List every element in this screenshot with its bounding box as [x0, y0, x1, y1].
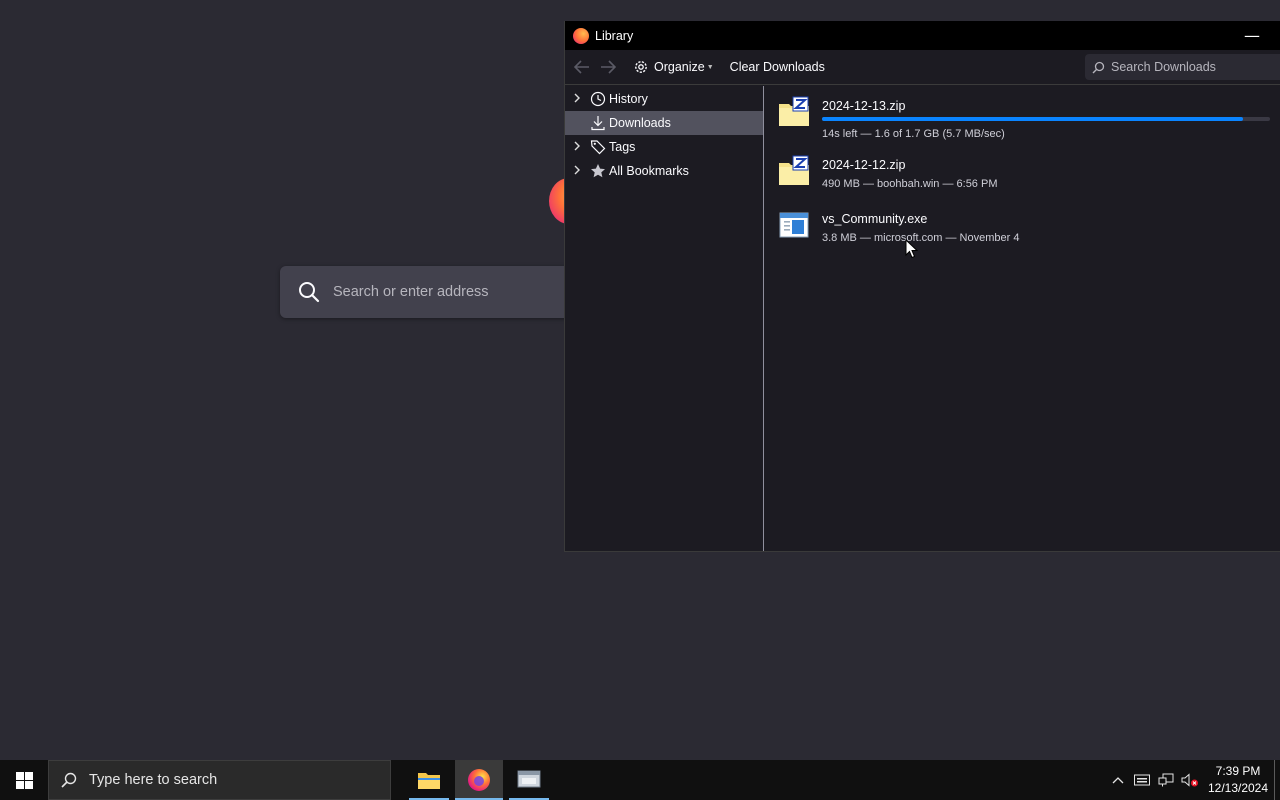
- sidebar-item-all-bookmarks[interactable]: All Bookmarks: [565, 159, 763, 183]
- sidebar-item-label: Tags: [609, 140, 636, 154]
- taskbar-app-firefox[interactable]: [455, 760, 503, 800]
- library-sidebar: History Downloads Tags All Bookmarks: [565, 86, 764, 551]
- organize-button[interactable]: Organize ▼: [633, 59, 714, 75]
- star-icon: [589, 162, 607, 180]
- download-name: vs_Community.exe: [822, 212, 928, 226]
- sidebar-item-label: All Bookmarks: [609, 164, 689, 178]
- arrow-left-icon: [574, 60, 589, 74]
- search-downloads-input[interactable]: [1111, 60, 1280, 74]
- zip-folder-icon: [779, 96, 809, 126]
- mouse-cursor-icon: [905, 239, 919, 259]
- volume-muted-icon[interactable]: [1178, 760, 1202, 800]
- network-icon[interactable]: [1154, 760, 1178, 800]
- search-icon: [299, 282, 320, 303]
- sidebar-item-tags[interactable]: Tags: [565, 135, 763, 159]
- firefox-icon: [468, 769, 490, 791]
- tag-icon: [589, 138, 607, 156]
- arrow-right-icon: [601, 60, 616, 74]
- clock-time: 7:39 PM: [1215, 764, 1261, 778]
- sidebar-item-downloads[interactable]: Downloads: [565, 111, 763, 135]
- organize-label: Organize: [654, 60, 705, 74]
- download-icon: [589, 114, 607, 132]
- forward-button[interactable]: [599, 58, 617, 76]
- sidebar-item-history[interactable]: History: [565, 87, 763, 111]
- download-progress-fill: [822, 117, 1244, 121]
- downloads-list: 2024-12-13.zip 14s left — 1.6 of 1.7 GB …: [764, 86, 1280, 551]
- search-icon: [1092, 61, 1105, 73]
- keyboard-icon[interactable]: [1130, 760, 1154, 800]
- download-progress-bar: [822, 117, 1270, 121]
- library-toolbar: Organize ▼ Clear Downloads: [565, 50, 1280, 85]
- back-button[interactable]: [573, 58, 591, 76]
- sidebar-item-label: History: [609, 92, 648, 106]
- chevron-right-icon[interactable]: [565, 93, 589, 106]
- download-status: 490 MB — boohbah.win — 6:56 PM: [822, 178, 998, 190]
- chevron-right-icon[interactable]: [565, 165, 589, 178]
- chevron-up-icon[interactable]: [1106, 760, 1130, 800]
- clock-icon: [589, 90, 607, 108]
- download-status: 14s left — 1.6 of 1.7 GB (5.7 MB/sec): [822, 128, 1005, 140]
- sidebar-item-label: Downloads: [609, 116, 671, 130]
- minimize-button[interactable]: —: [1244, 26, 1260, 45]
- download-status: 3.8 MB — microsoft.com — November 4: [822, 232, 1020, 244]
- start-button[interactable]: [0, 760, 48, 800]
- taskbar-search-placeholder: Type here to search: [89, 772, 218, 788]
- taskbar-app-file-explorer[interactable]: [405, 760, 453, 800]
- windows-logo-icon: [15, 771, 33, 789]
- firefox-icon: [573, 27, 589, 44]
- download-item[interactable]: vs_Community.exe 3.8 MB — microsoft.com …: [764, 204, 1280, 254]
- search-downloads-box[interactable]: [1085, 54, 1280, 80]
- zip-folder-icon: [779, 155, 809, 185]
- window-title: Library: [595, 28, 634, 43]
- library-titlebar[interactable]: Library —: [565, 21, 1280, 50]
- download-name: 2024-12-13.zip: [822, 99, 906, 113]
- taskbar-clock[interactable]: 7:39 PM 12/13/2024: [1206, 763, 1270, 797]
- show-desktop-button[interactable]: [1274, 760, 1280, 800]
- address-bar[interactable]: Search or enter address: [280, 266, 610, 318]
- taskbar-search-box[interactable]: Type here to search: [48, 760, 391, 800]
- chevron-right-icon[interactable]: [565, 141, 589, 154]
- taskbar-app-library[interactable]: [505, 760, 553, 800]
- system-tray: 7:39 PM 12/13/2024: [1106, 760, 1280, 800]
- search-icon: [61, 772, 77, 788]
- folder-icon: [418, 773, 440, 789]
- gear-icon: [635, 61, 647, 73]
- window-app-icon: [517, 770, 541, 788]
- download-name: 2024-12-12.zip: [822, 158, 906, 172]
- taskbar: Type here to search 7:39 PM 12/13/2024: [0, 760, 1280, 800]
- exe-file-icon: [779, 212, 809, 238]
- library-window: Library — Organize ▼ Clear Downloads Sea…: [564, 21, 1280, 552]
- clock-date: 12/13/2024: [1207, 781, 1269, 795]
- clear-downloads-button[interactable]: Clear Downloads: [730, 60, 825, 74]
- address-placeholder: Search or enter address: [333, 284, 489, 300]
- download-item[interactable]: 2024-12-13.zip 14s left — 1.6 of 1.7 GB …: [764, 91, 1280, 141]
- chevron-down-icon: ▼: [706, 63, 714, 71]
- download-item[interactable]: 2024-12-12.zip 490 MB — boohbah.win — 6:…: [764, 150, 1280, 200]
